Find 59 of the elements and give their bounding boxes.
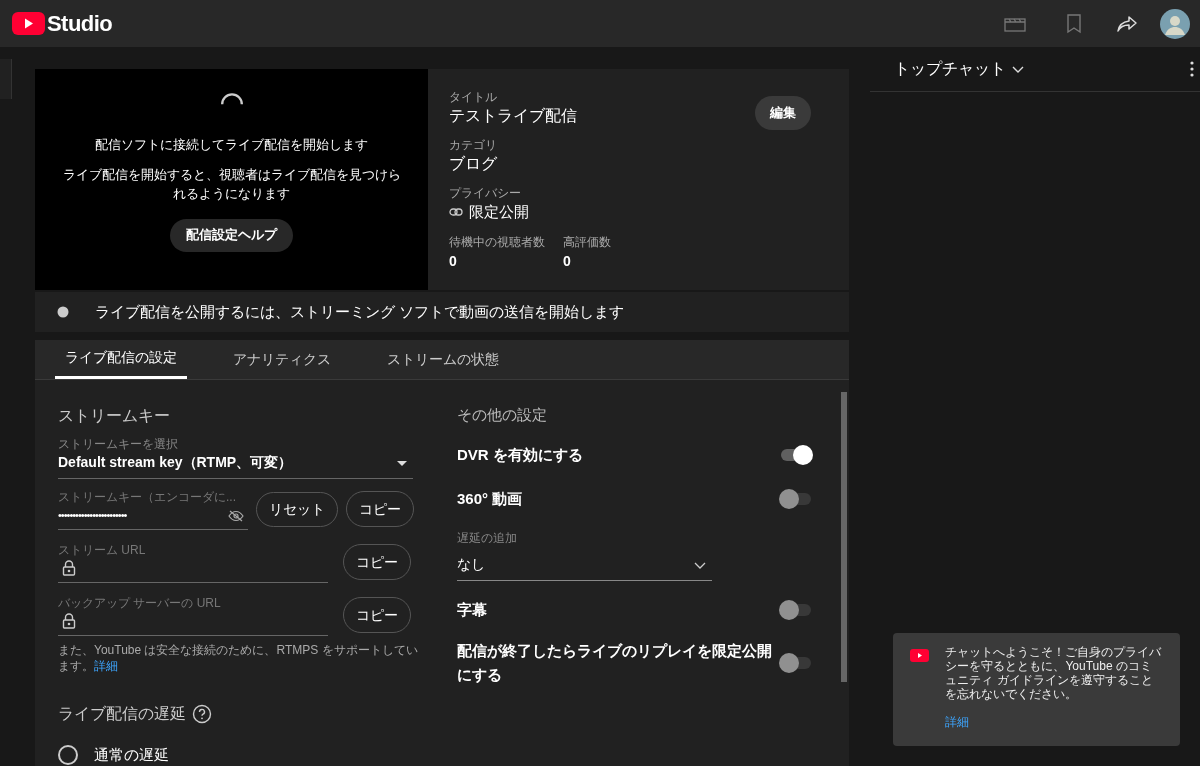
loading-spinner-icon [220,93,243,105]
edit-button[interactable]: 編集 [755,96,812,130]
help-icon[interactable] [192,703,212,724]
field-label: カテゴリ [449,137,498,153]
logo-text: Studio [47,10,113,38]
status-text: ライブ配信を公開するには、ストリーミング ソフトで動画の送信を開始します [95,301,625,322]
field-label: タイトル [449,89,498,105]
hidden-eye-icon [228,509,244,522]
status-dot-icon [57,306,69,319]
dropdown-arrow-icon [397,460,407,466]
stat-value: 0 [563,252,572,271]
tab[interactable]: ストリームの状態 [377,340,509,379]
details-link[interactable]: 詳細 [94,658,118,673]
stream-key-select[interactable]: ストリームキーを選択 Default stream key（RTMP、可変） [58,436,413,479]
url-field[interactable]: バックアップ サーバーの URL [58,594,328,636]
field-value: テストライブ配信 [449,106,577,126]
play-logo-icon [12,12,45,35]
play-logo-icon [910,649,930,662]
rtmps-note: また、YouTube は安全な接続のために、RTMPS をサポートしています。詳細 [58,641,419,674]
clapperboard-icon[interactable] [1004,15,1026,32]
setting-label: 字幕 [457,600,488,620]
stream-key-field[interactable]: ストリームキー（エンコーダに... •••••••••••••••••••••••• [58,488,248,530]
chevron-down-icon [694,562,706,569]
section-heading: ストリームキー [58,405,171,426]
radio-button[interactable] [58,744,78,765]
more-menu-icon[interactable] [1190,61,1194,77]
tab[interactable]: アナリティクス [223,340,341,379]
help-button[interactable]: 配信設定ヘルプ [170,218,293,252]
bookmark-icon[interactable] [1066,13,1082,34]
avatar-icon[interactable] [1160,8,1190,39]
field-label: プライバシー [449,185,522,201]
delay-select[interactable]: 遅延の追加 なし [457,530,712,581]
details-link[interactable]: 詳細 [945,713,1162,731]
field-value: 限定公開 [469,202,529,222]
setting-label: DVR を有効にする [457,445,584,465]
field-value: ブログ [449,154,497,174]
toggle-switch[interactable] [779,600,813,620]
link-icon [449,208,463,216]
scrollbar[interactable] [841,391,848,682]
url-field[interactable]: ストリーム URL [58,541,328,583]
lock-icon [62,612,76,629]
section-heading: その他の設定 [457,404,548,425]
toggle-switch[interactable] [779,489,813,509]
toggle-switch[interactable] [779,653,813,673]
preview-message: 配信ソフトに接続してライブ配信を開始します [95,136,368,154]
radio-label: 通常の遅延 [94,744,169,765]
sidebar-edge [0,59,12,99]
section-heading: ライブ配信の遅延 [58,703,186,724]
stat-value: 0 [449,252,458,271]
lock-icon [62,559,76,576]
toggle-switch[interactable] [779,445,813,465]
setting-label: 360° 動画 [457,489,524,509]
setting-label: 配信が終了したらライブのリプレイを限定公開にする [457,641,773,685]
chevron-down-icon[interactable] [1012,65,1025,73]
preview-description: ライブ配信を開始すると、視聴者はライブ配信を見つけられるようになります [61,165,402,203]
stat-label: 高評価数 [563,234,612,251]
chat-title: トップチャット [894,59,1007,79]
share-icon[interactable] [1116,14,1138,33]
welcome-message: チャットへようこそ！ご自身のプライバシーを守るとともに、YouTube のコミュニティ ガイドラインを遵守することを忘れないでください。 [945,645,1162,701]
